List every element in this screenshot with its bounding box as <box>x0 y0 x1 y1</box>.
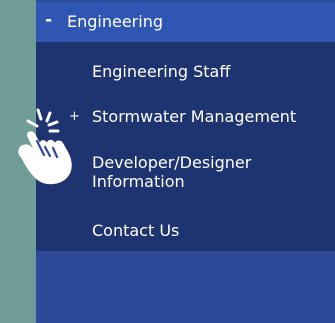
menu-item-engineering-staff[interactable]: Engineering Staff <box>92 62 328 81</box>
menu-item-stormwater-management[interactable]: + Stormwater Management <box>69 107 328 126</box>
menu-item-label: Developer/Designer Information <box>92 153 252 191</box>
menu-item-label: Engineering Staff <box>92 62 231 81</box>
menu-item-label: Stormwater Management <box>92 107 297 126</box>
menu-item-developer-designer-information[interactable]: Developer/Designer Information <box>92 153 328 191</box>
menu-item-contact-us[interactable]: Contact Us <box>92 221 328 240</box>
expand-plus-icon[interactable]: + <box>69 107 80 126</box>
section-title: Engineering <box>67 12 163 31</box>
collapse-toggle[interactable]: - <box>45 10 52 30</box>
menu-item-label: Contact Us <box>92 221 180 240</box>
submenu-list: Engineering Staff + Stormwater Managemen… <box>36 42 335 251</box>
navigation-panel: - Engineering Engineering Staff + Stormw… <box>36 0 335 323</box>
menu-section-engineering[interactable]: - Engineering <box>36 2 335 42</box>
